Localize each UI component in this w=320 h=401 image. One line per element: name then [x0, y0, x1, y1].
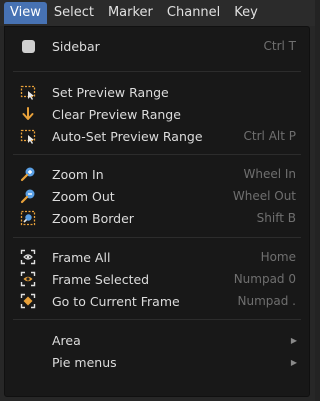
- menu-item-set-preview-range[interactable]: Set Preview Range: [5, 81, 309, 103]
- menu-item-go-to-current-frame[interactable]: Go to Current Frame Numpad .: [5, 290, 309, 312]
- menu-key[interactable]: Key: [227, 2, 265, 24]
- auto-set-preview-range-label: Auto-Set Preview Range: [52, 128, 203, 144]
- zoom-out-shortcut: Wheel Out: [232, 189, 296, 203]
- menu-channel[interactable]: Channel: [160, 2, 227, 24]
- frame-selected-icon: [20, 271, 36, 287]
- arrow-down-icon: [20, 106, 36, 122]
- menu-item-frame-all[interactable]: Frame All Home: [5, 246, 309, 268]
- frame-all-icon: [20, 249, 36, 265]
- frame-all-shortcut: Home: [260, 250, 296, 264]
- menu-select[interactable]: Select: [47, 2, 101, 24]
- frame-selected-shortcut: Numpad 0: [233, 272, 296, 286]
- zoom-border-shortcut: Shift B: [256, 211, 296, 225]
- go-to-current-frame-icon: [20, 293, 36, 309]
- zoom-border-label: Zoom Border: [52, 210, 134, 226]
- menu-item-frame-selected[interactable]: Frame Selected Numpad 0: [5, 268, 309, 290]
- frame-all-label: Frame All: [52, 249, 111, 265]
- go-to-current-frame-shortcut: Numpad .: [237, 294, 297, 308]
- sidebar-shortcut: Ctrl T: [263, 39, 297, 53]
- menu-item-area[interactable]: Area ▶: [5, 329, 309, 351]
- separator: [13, 154, 301, 155]
- menu-item-zoom-in[interactable]: Zoom In Wheel In: [5, 163, 309, 185]
- zoom-out-label: Zoom Out: [52, 188, 115, 204]
- sidebar-label: Sidebar: [52, 38, 100, 54]
- separator: [13, 319, 301, 320]
- auto-set-preview-range-shortcut: Ctrl Alt P: [243, 129, 296, 143]
- set-preview-range-label: Set Preview Range: [52, 84, 169, 100]
- menu-item-sidebar[interactable]: Sidebar Ctrl T: [5, 35, 309, 57]
- zoom-in-label: Zoom In: [52, 166, 104, 182]
- menu-bar: View Select Marker Channel Key: [0, 0, 315, 26]
- menu-item-clear-preview-range[interactable]: Clear Preview Range: [5, 103, 309, 125]
- area-label: Area: [52, 332, 81, 348]
- zoom-border-icon: [20, 210, 36, 226]
- clear-preview-range-label: Clear Preview Range: [52, 106, 181, 122]
- set-preview-range-icon: [20, 84, 36, 100]
- view-dropdown-menu: Sidebar Ctrl T Set Preview Range Clear P…: [4, 26, 310, 397]
- menu-item-auto-set-preview-range[interactable]: Auto-Set Preview Range Ctrl Alt P: [5, 125, 309, 147]
- pie-menus-label: Pie menus: [52, 354, 117, 370]
- frame-selected-label: Frame Selected: [52, 271, 150, 287]
- separator: [13, 237, 301, 238]
- zoom-out-icon: [20, 188, 36, 204]
- auto-set-preview-range-icon: [20, 128, 36, 144]
- menu-item-zoom-out[interactable]: Zoom Out Wheel Out: [5, 185, 309, 207]
- zoom-in-icon: [20, 166, 36, 182]
- zoom-in-shortcut: Wheel In: [243, 167, 296, 181]
- menu-item-zoom-border[interactable]: Zoom Border Shift B: [5, 207, 309, 229]
- menu-marker[interactable]: Marker: [101, 2, 160, 24]
- submenu-arrow-icon: ▶: [290, 357, 297, 367]
- separator: [13, 71, 301, 72]
- go-to-current-frame-label: Go to Current Frame: [52, 293, 180, 309]
- menu-view[interactable]: View: [4, 2, 47, 24]
- submenu-arrow-icon: ▶: [290, 335, 297, 345]
- checkbox-icon[interactable]: [20, 38, 36, 54]
- menu-item-pie-menus[interactable]: Pie menus ▶: [5, 351, 309, 373]
